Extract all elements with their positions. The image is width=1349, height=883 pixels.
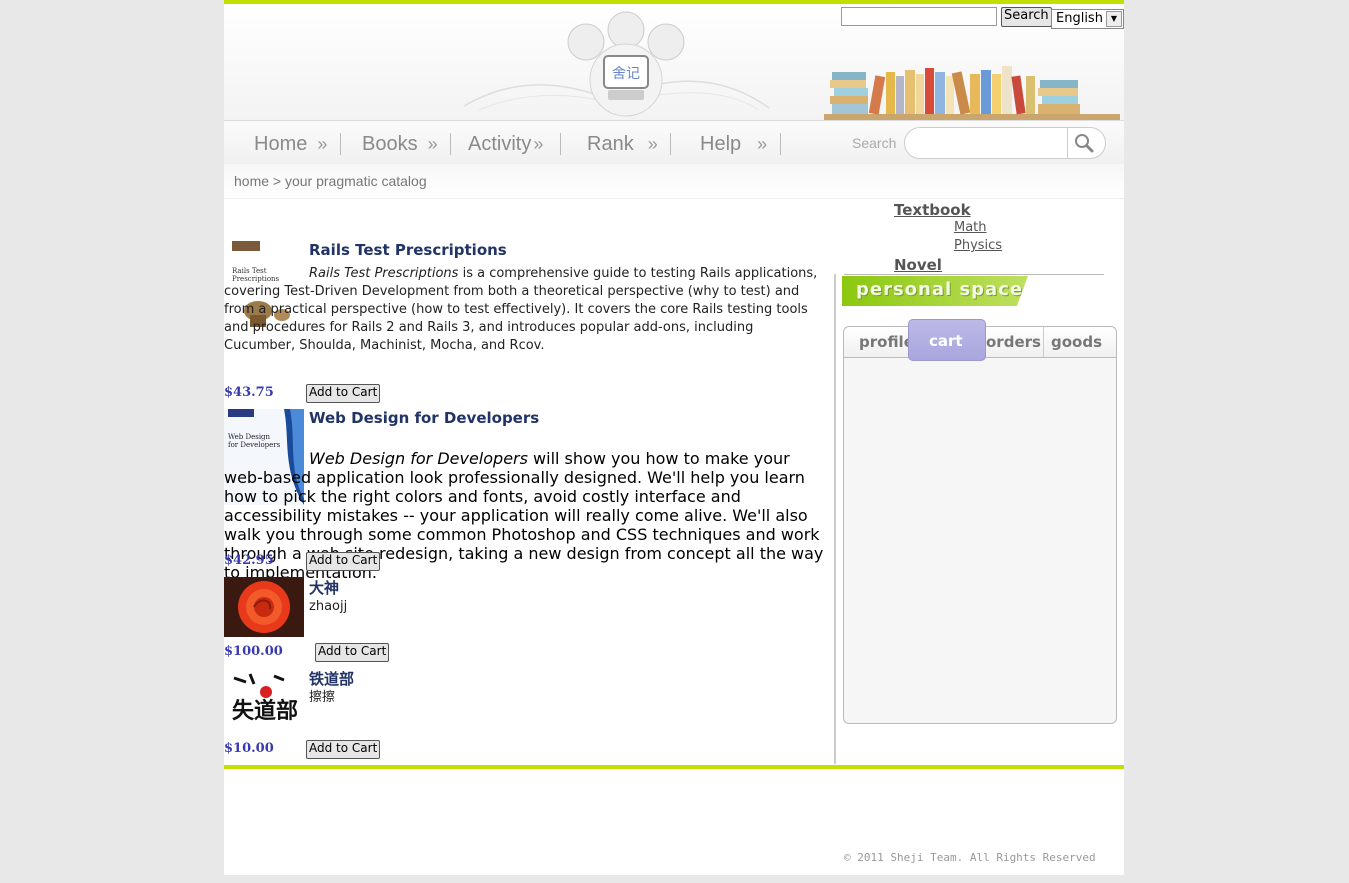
category-novel[interactable]: Novel [894, 256, 942, 274]
double-chevron-icon: » [533, 134, 544, 154]
product-description: Rails Test Prescriptions is a comprehens… [224, 266, 818, 353]
tab-divider [1043, 327, 1044, 357]
nav-divider [340, 133, 341, 155]
nav-search-input[interactable] [904, 127, 1106, 159]
product-price: $43.75 [224, 385, 274, 400]
nav-item-home[interactable]: Home» [254, 133, 327, 156]
header: 舍记 Search English ▼ [224, 4, 1124, 120]
tab-cart[interactable]: cart [908, 319, 986, 361]
nav-divider [780, 133, 781, 155]
breadcrumb-text: home > your pragmatic catalog [234, 173, 427, 189]
product-image-calligraphy[interactable]: 失道部 [224, 668, 304, 734]
product-title[interactable]: 铁道部 [309, 668, 354, 689]
product-item: 大神 zhaojj [224, 577, 824, 639]
category-physics[interactable]: Physics [954, 238, 1002, 253]
personal-space-panel: profile orders goods cart [843, 319, 1117, 724]
product-price: $10.00 [224, 741, 274, 756]
nav-item-rank[interactable]: Rank» [587, 133, 658, 156]
product-image-rose[interactable] [224, 577, 304, 637]
language-select[interactable]: English ▼ [1051, 9, 1124, 29]
product-description: zhaojj [309, 599, 348, 614]
category-rule [844, 274, 1104, 275]
nav-divider [450, 133, 451, 155]
paw-computer-logo: 舍记 [567, 11, 685, 117]
top-search-input[interactable] [841, 7, 997, 26]
product-description: 擦擦 [309, 690, 336, 705]
top-search-button[interactable]: Search [1001, 7, 1052, 27]
add-to-cart-button[interactable]: Add to Cart [306, 740, 381, 759]
breadcrumb: home > your pragmatic catalog [224, 164, 1124, 199]
tab-orders[interactable]: orders [986, 333, 1041, 351]
category-textbook[interactable]: Textbook [894, 201, 971, 219]
product-item: 失道部 铁道部 擦擦 [224, 668, 824, 736]
bottom-accent-line [224, 765, 1124, 769]
double-chevron-icon: » [427, 134, 438, 154]
add-to-cart-button[interactable]: Add to Cart [315, 643, 390, 662]
sidebar-divider [834, 274, 836, 764]
bookshelf-icon [824, 66, 1120, 120]
nav-divider [560, 133, 561, 155]
main-nav: Home» Books» Activity» Rank» Help» Searc… [224, 120, 1124, 166]
svg-text:失道部: 失道部 [232, 698, 298, 724]
add-to-cart-button[interactable]: Add to Cart [306, 384, 381, 403]
copyright-text: © 2011 Sheji Team. All Rights Reserved [844, 851, 1096, 864]
tab-cart-label: cart [929, 332, 963, 350]
category-math[interactable]: Math [954, 220, 987, 235]
search-icon[interactable] [1073, 132, 1095, 154]
nav-item-books[interactable]: Books» [362, 133, 438, 156]
double-chevron-icon: » [647, 134, 658, 154]
product-price: $100.00 [224, 644, 283, 659]
add-to-cart-button[interactable]: Add to Cart [306, 552, 381, 571]
nav-divider [670, 133, 671, 155]
page: 舍记 Search English ▼ Home » Books » Activ… [224, 0, 1124, 875]
tab-goods[interactable]: goods [1051, 333, 1102, 351]
nav-search-divider [1067, 128, 1068, 158]
personal-space-banner: personal space [842, 276, 1028, 306]
product-price: $42.95 [224, 553, 274, 568]
product-description: Web Design for Developers will show you … [224, 449, 824, 582]
product-title[interactable]: 大神 [309, 577, 339, 598]
nav-search-label: Search [852, 135, 897, 151]
nav-item-activity[interactable]: Activity» [468, 133, 543, 156]
personal-space-title: personal space [856, 279, 1024, 300]
double-chevron-icon: » [757, 134, 768, 154]
product-title[interactable]: Web Design for Developers [309, 409, 539, 427]
product-title[interactable]: Rails Test Prescriptions [309, 241, 507, 259]
nav-item-help[interactable]: Help» [700, 133, 767, 156]
language-value: English [1056, 11, 1103, 26]
tab-profile[interactable]: profile [859, 333, 914, 351]
double-chevron-icon: » [317, 134, 328, 154]
chevron-down-icon: ▼ [1106, 11, 1122, 27]
logo-text: 舍记 [612, 66, 640, 82]
